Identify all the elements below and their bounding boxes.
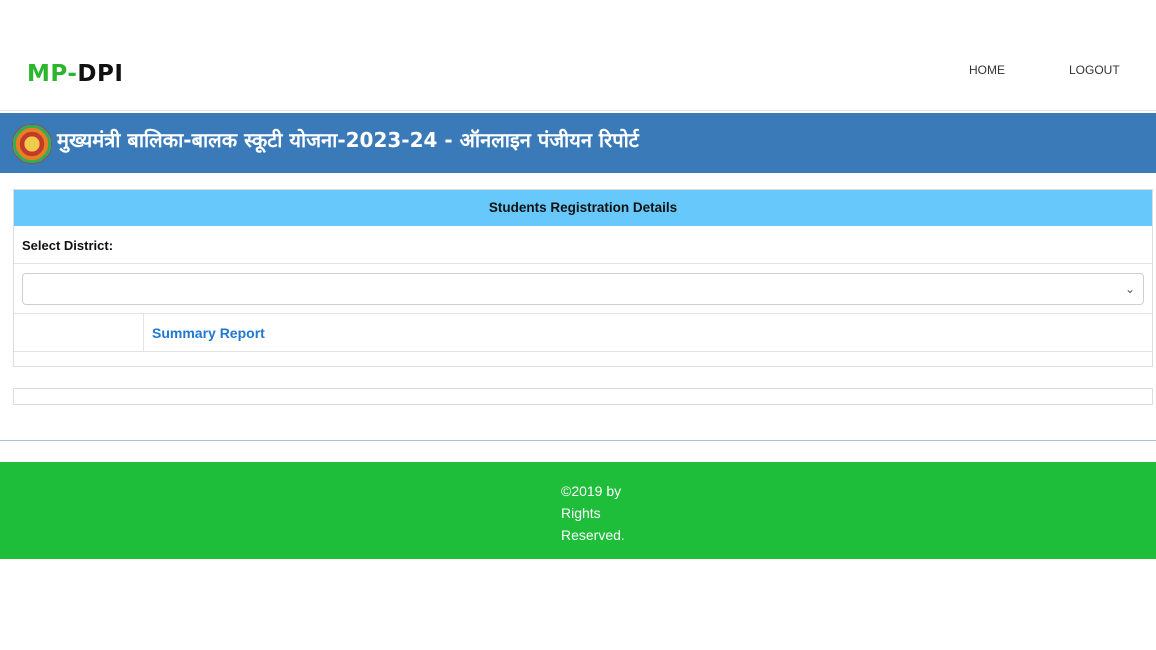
mp-government-emblem-icon (12, 124, 52, 164)
district-label: Select District: (22, 238, 114, 253)
copyright-text: ©2019 by Rights Reserved. (561, 483, 625, 543)
summary-report-row: Summary Report (14, 314, 1152, 352)
registration-panel: Students Registration Details Select Dis… (13, 189, 1153, 367)
empty-cell (14, 314, 144, 351)
results-container (13, 388, 1153, 405)
footer-divider (0, 440, 1156, 441)
nav-home-link[interactable]: HOME (969, 63, 1005, 77)
brand-logo[interactable]: MP-DPI (27, 60, 123, 88)
district-select-row: ⌄ (14, 264, 1152, 314)
district-label-row: Select District: (14, 226, 1152, 264)
brand-prefix: MP- (27, 61, 78, 87)
page-title: मुख्यमंत्री बालिका-बालक स्कूटी योजना-202… (57, 128, 639, 152)
summary-report-link[interactable]: Summary Report (152, 325, 265, 341)
district-select[interactable]: ⌄ (22, 273, 1144, 305)
nav-logout-link[interactable]: LOGOUT (1069, 63, 1120, 77)
header-divider (0, 110, 1156, 111)
panel-heading: Students Registration Details (14, 190, 1152, 226)
chevron-down-icon: ⌄ (1124, 282, 1135, 296)
brand-suffix: DPI (77, 61, 124, 87)
top-navbar: MP-DPI HOME LOGOUT (0, 0, 1156, 110)
page-footer: ©2019 by Rights Reserved. (0, 462, 1156, 559)
